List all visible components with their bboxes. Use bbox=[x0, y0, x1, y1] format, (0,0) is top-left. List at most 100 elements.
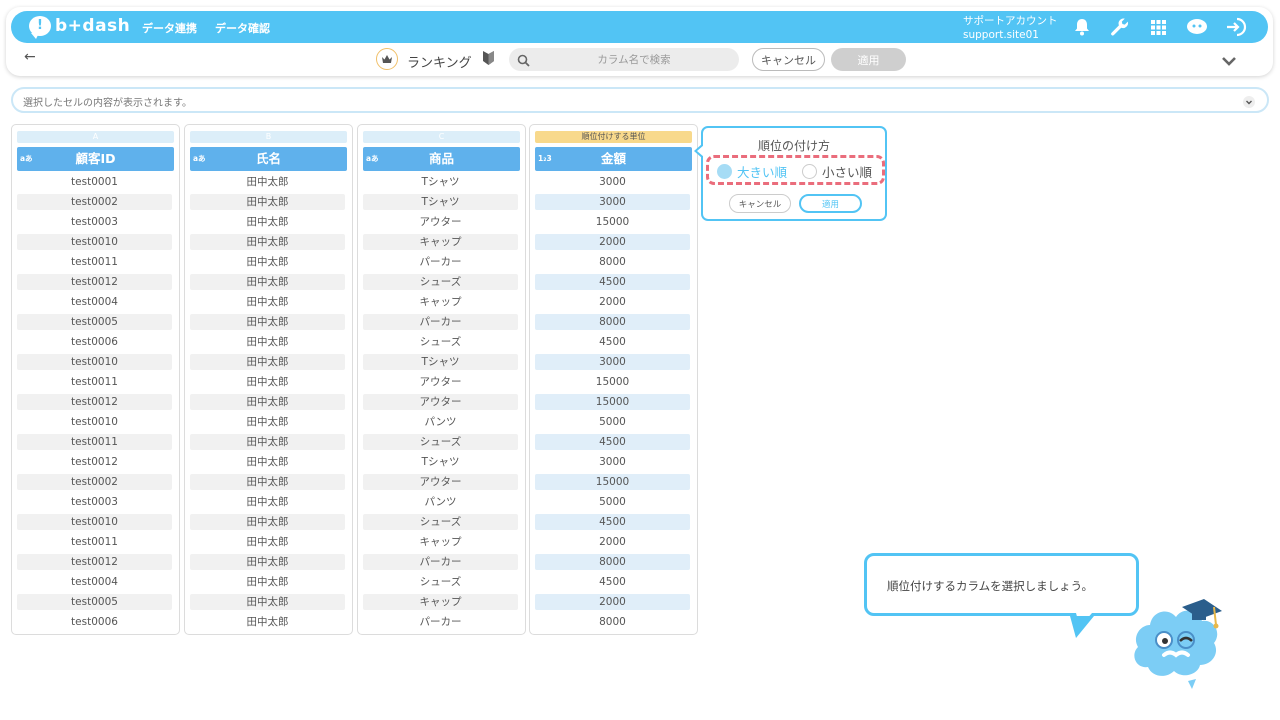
table-cell[interactable]: test0012 bbox=[17, 454, 172, 470]
apply-button[interactable]: 適用 bbox=[831, 48, 906, 71]
table-cell[interactable]: 田中太郎 bbox=[190, 374, 345, 390]
radio-ascending[interactable]: 小さい順 bbox=[802, 162, 872, 181]
table-cell[interactable]: 15000 bbox=[535, 374, 690, 390]
nav-data-link[interactable]: データ連携 bbox=[142, 20, 197, 36]
table-cell[interactable]: test0006 bbox=[17, 334, 172, 350]
table-cell[interactable]: 田中太郎 bbox=[190, 534, 345, 550]
account-info[interactable]: サポートアカウント support.site01 bbox=[963, 14, 1058, 42]
table-cell[interactable]: パーカー bbox=[363, 554, 518, 570]
table-cell[interactable]: test0012 bbox=[17, 554, 172, 570]
table-cell[interactable]: シューズ bbox=[363, 514, 518, 530]
table-cell[interactable]: 3000 bbox=[535, 174, 690, 190]
table-cell[interactable]: test0001 bbox=[17, 174, 172, 190]
table-cell[interactable]: test0005 bbox=[17, 594, 172, 610]
column-c[interactable]: C aあ 商品 Tシャツ Tシャツ アウター キャップ パーカー シューズ キャップ パーカー… bbox=[357, 124, 526, 635]
table-cell[interactable]: パンツ bbox=[363, 494, 518, 510]
chat-icon[interactable] bbox=[1185, 15, 1209, 39]
table-cell[interactable]: キャップ bbox=[363, 594, 518, 610]
table-cell[interactable]: 田中太郎 bbox=[190, 314, 345, 330]
table-cell[interactable]: 田中太郎 bbox=[190, 334, 345, 350]
table-cell[interactable]: 田中太郎 bbox=[190, 454, 345, 470]
table-cell[interactable]: 5000 bbox=[535, 494, 690, 510]
table-cell[interactable]: 15000 bbox=[535, 474, 690, 490]
back-arrow-icon[interactable]: ← bbox=[24, 49, 36, 65]
column-b[interactable]: B aあ 氏名 田中太郎 田中太郎 田中太郎 田中太郎 田中太郎 田中太郎 田中太郎 田中太郎… bbox=[184, 124, 353, 635]
table-cell[interactable]: 田中太郎 bbox=[190, 394, 345, 410]
table-cell[interactable]: シューズ bbox=[363, 574, 518, 590]
table-cell[interactable]: test0012 bbox=[17, 394, 172, 410]
radio-unchecked-icon[interactable] bbox=[802, 164, 817, 179]
table-cell[interactable]: Tシャツ bbox=[363, 174, 518, 190]
column-search[interactable] bbox=[509, 48, 739, 71]
table-cell[interactable]: 田中太郎 bbox=[190, 214, 345, 230]
table-cell[interactable]: 田中太郎 bbox=[190, 514, 345, 530]
table-cell[interactable]: パンツ bbox=[363, 414, 518, 430]
table-cell[interactable]: 8000 bbox=[535, 254, 690, 270]
table-cell[interactable]: 田中太郎 bbox=[190, 194, 345, 210]
wrench-icon[interactable] bbox=[1108, 15, 1132, 39]
table-cell[interactable]: 田中太郎 bbox=[190, 614, 345, 630]
popup-cancel-button[interactable]: キャンセル bbox=[729, 194, 791, 213]
table-cell[interactable]: 15000 bbox=[535, 394, 690, 410]
table-cell[interactable]: キャップ bbox=[363, 534, 518, 550]
table-cell[interactable]: 5000 bbox=[535, 414, 690, 430]
table-cell[interactable]: シューズ bbox=[363, 274, 518, 290]
table-cell[interactable]: 2000 bbox=[535, 534, 690, 550]
nav-data-check[interactable]: データ確認 bbox=[215, 20, 270, 36]
table-cell[interactable]: test0004 bbox=[17, 574, 172, 590]
table-cell[interactable]: 2000 bbox=[535, 234, 690, 250]
table-cell[interactable]: 田中太郎 bbox=[190, 354, 345, 370]
table-cell[interactable]: Tシャツ bbox=[363, 354, 518, 370]
grid-icon[interactable] bbox=[1146, 15, 1170, 39]
table-cell[interactable]: 8000 bbox=[535, 554, 690, 570]
column-header[interactable]: aあ 商品 bbox=[363, 147, 520, 171]
table-cell[interactable]: test0011 bbox=[17, 374, 172, 390]
table-cell[interactable]: 2000 bbox=[535, 294, 690, 310]
table-cell[interactable]: キャップ bbox=[363, 294, 518, 310]
table-cell[interactable]: シューズ bbox=[363, 434, 518, 450]
table-cell[interactable]: 4500 bbox=[535, 334, 690, 350]
table-cell[interactable]: 田中太郎 bbox=[190, 594, 345, 610]
table-cell[interactable]: test0002 bbox=[17, 194, 172, 210]
table-cell[interactable]: 田中太郎 bbox=[190, 414, 345, 430]
table-cell[interactable]: test0010 bbox=[17, 234, 172, 250]
table-cell[interactable]: test0003 bbox=[17, 214, 172, 230]
table-cell[interactable]: 2000 bbox=[535, 594, 690, 610]
table-cell[interactable]: 田中太郎 bbox=[190, 434, 345, 450]
chevron-down-icon[interactable] bbox=[1243, 93, 1255, 112]
table-cell[interactable]: アウター bbox=[363, 214, 518, 230]
table-cell[interactable]: 3000 bbox=[535, 354, 690, 370]
table-cell[interactable]: test0011 bbox=[17, 434, 172, 450]
table-cell[interactable]: Tシャツ bbox=[363, 194, 518, 210]
table-cell[interactable]: シューズ bbox=[363, 334, 518, 350]
column-header[interactable]: aあ 氏名 bbox=[190, 147, 347, 171]
chevron-down-icon[interactable] bbox=[1221, 51, 1237, 70]
table-cell[interactable]: パーカー bbox=[363, 314, 518, 330]
table-cell[interactable]: 田中太郎 bbox=[190, 474, 345, 490]
table-cell[interactable]: test0012 bbox=[17, 274, 172, 290]
table-cell[interactable]: test0006 bbox=[17, 614, 172, 630]
table-cell[interactable]: 3000 bbox=[535, 454, 690, 470]
popup-apply-button[interactable]: 適用 bbox=[799, 194, 862, 213]
table-cell[interactable]: test0004 bbox=[17, 294, 172, 310]
beginner-mark-icon[interactable] bbox=[482, 50, 495, 70]
table-cell[interactable]: 田中太郎 bbox=[190, 234, 345, 250]
table-cell[interactable]: 4500 bbox=[535, 274, 690, 290]
radio-descending[interactable]: 大きい順 bbox=[717, 162, 787, 181]
table-cell[interactable]: 田中太郎 bbox=[190, 574, 345, 590]
table-cell[interactable]: test0010 bbox=[17, 514, 172, 530]
radio-checked-icon[interactable] bbox=[717, 164, 732, 179]
search-input[interactable] bbox=[539, 48, 729, 71]
bell-icon[interactable] bbox=[1070, 15, 1094, 39]
table-cell[interactable]: test0010 bbox=[17, 414, 172, 430]
table-cell[interactable]: test0005 bbox=[17, 314, 172, 330]
logout-icon[interactable] bbox=[1224, 15, 1248, 39]
table-cell[interactable]: test0011 bbox=[17, 254, 172, 270]
logo[interactable]: ! b+dash bbox=[29, 16, 130, 39]
table-cell[interactable]: 田中太郎 bbox=[190, 294, 345, 310]
table-cell[interactable]: 15000 bbox=[535, 214, 690, 230]
column-header[interactable]: aあ 顧客ID bbox=[17, 147, 174, 171]
table-cell[interactable]: 田中太郎 bbox=[190, 254, 345, 270]
table-cell[interactable]: 4500 bbox=[535, 434, 690, 450]
table-cell[interactable]: パーカー bbox=[363, 254, 518, 270]
